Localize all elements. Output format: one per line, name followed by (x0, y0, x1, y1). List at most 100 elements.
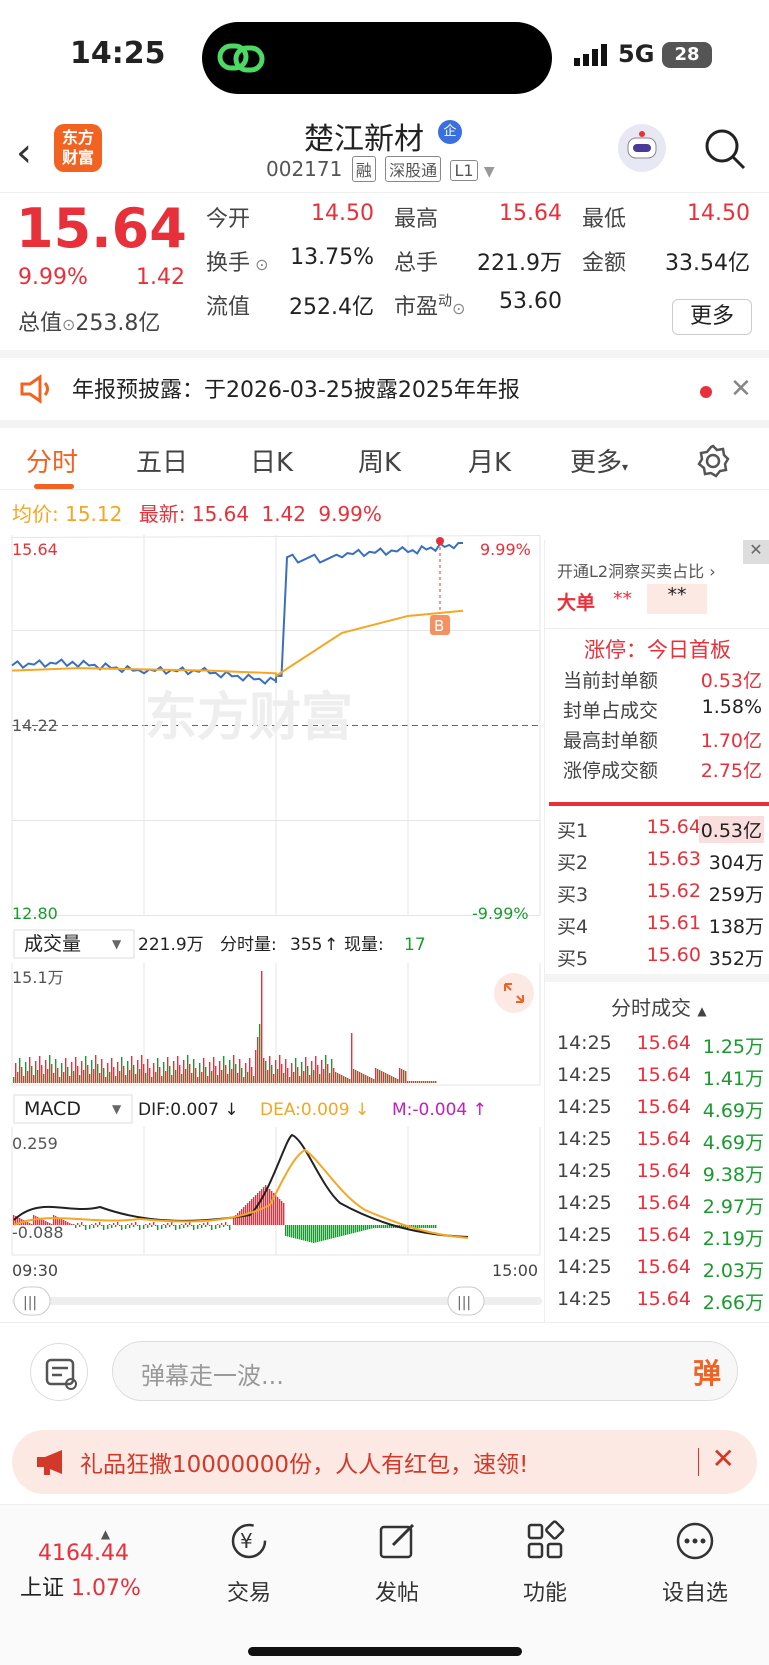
order-label: 买2 (557, 852, 589, 874)
stock-code-row[interactable]: 002171 融 深股通 L1 ▼ (266, 156, 495, 182)
enterprise-badge[interactable]: 企 (438, 120, 462, 144)
order-book-row[interactable]: 买3 15.62 259万 (545, 880, 769, 908)
volume-bar (373, 1079, 375, 1083)
volume-bar (139, 1069, 141, 1083)
intraday-chart[interactable]: 东方财富 15.64 9.99% 14.22 12.80 -9.99% B 成交… (0, 535, 544, 1323)
buy-marker[interactable]: B (430, 537, 450, 635)
volume-bar (305, 1057, 307, 1083)
macd-bar (435, 1225, 437, 1228)
nav-functions[interactable]: 功能 (490, 1519, 600, 1607)
notice-text: 年报预披露：于2026-03-25披露2025年年报 (72, 378, 520, 403)
macd-bar (89, 1225, 91, 1229)
volume-bar (25, 1062, 27, 1083)
volume-bar (295, 1058, 297, 1083)
search-icon[interactable] (704, 128, 746, 170)
volume-bar (259, 1024, 261, 1083)
macd-bar (309, 1225, 311, 1242)
tab-weekly-k[interactable]: 周K (358, 442, 401, 479)
yen-exchange-icon: ¥ (231, 1523, 267, 1559)
app-logo[interactable]: 东方 财富 (54, 124, 102, 172)
trade-time: 14:25 (557, 1032, 612, 1054)
volume-bar (429, 1081, 431, 1083)
close-icon[interactable]: ✕ (712, 1442, 735, 1475)
macd-bar (299, 1225, 301, 1240)
macd-bar (169, 1225, 171, 1227)
macd-bar (185, 1223, 187, 1225)
danmaku-toggle[interactable]: 弹 (693, 1352, 721, 1392)
tab-five-day[interactable]: 五日 (136, 442, 188, 479)
turnover-label[interactable]: 换手 ⊙ (206, 245, 269, 277)
volume-bar (237, 1073, 239, 1083)
macd-bar (349, 1225, 351, 1234)
close-icon[interactable]: ✕ (730, 374, 752, 404)
volume-bar (39, 1056, 41, 1083)
nav-watchlist[interactable]: 设自选 (640, 1519, 750, 1607)
notice-bar[interactable]: 年报预披露：于2026-03-25披露2025年年报 ✕ (0, 350, 769, 420)
volume-bar (343, 1076, 345, 1083)
index-ticker[interactable]: ▲ 4164.44 上证 1.07% (20, 1527, 141, 1602)
volume-bar (275, 1060, 277, 1083)
more-button[interactable]: 更多 (672, 299, 752, 335)
order-label: 买1 (557, 820, 589, 842)
volume-bar (95, 1055, 97, 1083)
nav-post[interactable]: 发帖 (342, 1519, 452, 1607)
volume-bar (217, 1075, 219, 1083)
order-book-row[interactable]: 买2 15.63 304万 (545, 848, 769, 876)
volume-bar (235, 1064, 237, 1083)
macd-bar (383, 1225, 385, 1228)
macd-bar (93, 1225, 95, 1228)
volume-bar (225, 1065, 227, 1083)
macd-bar (419, 1225, 421, 1228)
volume-bar (15, 1063, 17, 1083)
price-axis-mid: 14.22 (12, 716, 58, 735)
volume-bar (143, 1064, 145, 1083)
volume-bar (213, 1057, 215, 1083)
order-volume: 138万 (708, 916, 764, 938)
volume-bar (189, 1064, 191, 1083)
volume-bar (339, 1074, 341, 1083)
nav-trade[interactable]: ¥ 交易 (194, 1519, 304, 1607)
macd-bar (143, 1225, 145, 1229)
macd-selector-label: MACD (24, 1098, 81, 1120)
volume-bar (379, 1070, 381, 1083)
volume-bar (363, 1074, 365, 1083)
back-icon[interactable]: ‹ (16, 130, 32, 176)
volume-bar (113, 1067, 115, 1083)
macd-bar (127, 1224, 129, 1225)
volume-bar (65, 1058, 67, 1083)
trade-time: 14:25 (557, 1192, 612, 1214)
comment-settings-button[interactable] (30, 1343, 88, 1401)
danmaku-input[interactable]: 弹幕走一波... 弹 (112, 1341, 738, 1401)
expand-button[interactable] (494, 973, 534, 1013)
tab-intraday[interactable]: 分时 (26, 442, 78, 479)
volume-bar (195, 1068, 197, 1083)
order-book-row[interactable]: 买5 15.60 352万 (545, 944, 769, 972)
total-mcap[interactable]: 总值⊙253.8亿 (18, 305, 160, 337)
macd-bar (41, 1219, 43, 1225)
volume-bar (299, 1076, 301, 1083)
gear-icon[interactable] (696, 444, 730, 478)
tab-monthly-k[interactable]: 月K (468, 442, 511, 479)
tab-more[interactable]: 更多▾ (570, 442, 628, 479)
volume-bar (419, 1081, 421, 1083)
turnover-value: 13.75% (290, 245, 374, 270)
assistant-avatar[interactable] (618, 124, 666, 172)
grip-icon: ||| (23, 1295, 37, 1311)
l2-upsell[interactable]: 开通L2洞察买卖占比 › (545, 558, 769, 582)
home-indicator[interactable] (248, 1647, 522, 1656)
close-icon[interactable]: ✕ (743, 540, 769, 564)
pe-label[interactable]: 市盈动⊙ (394, 289, 465, 321)
volume-bar (33, 1075, 35, 1083)
volume-bar (233, 1055, 235, 1083)
tab-daily-k[interactable]: 日K (250, 442, 293, 479)
order-book-row[interactable]: 买1 15.64 0.53亿 (545, 816, 769, 844)
bottom-nav: ▲ 4164.44 上证 1.07% ¥ 交易 发帖 功能 设自选 (0, 1504, 769, 1665)
trades-title[interactable]: 分时成交 ▲ (545, 992, 769, 1021)
order-volume: 259万 (708, 884, 764, 906)
macd-bar (29, 1223, 31, 1225)
volume-bar (115, 1076, 117, 1083)
promo-banner[interactable]: 礼品狂撒10000000份，人人有红包，速领! ✕ (12, 1430, 757, 1494)
macd-bar (205, 1225, 207, 1227)
volume-bar (301, 1062, 303, 1083)
order-book-row[interactable]: 买4 15.61 138万 (545, 912, 769, 940)
